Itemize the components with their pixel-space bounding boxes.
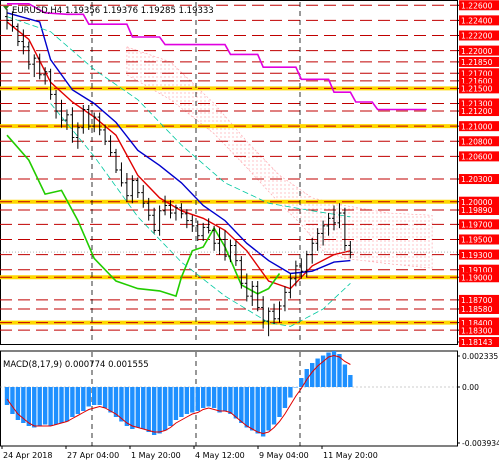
macd-histogram-bar bbox=[124, 387, 130, 426]
macd-histogram-bar bbox=[81, 387, 86, 412]
y-tick-label: 1.21200 bbox=[461, 107, 493, 116]
y-tick-label: 1.18143 bbox=[461, 338, 493, 347]
chart-canvas[interactable]: 1.226001.224001.222001.220001.218501.217… bbox=[0, 0, 499, 466]
y-tick-label: 1.22400 bbox=[461, 17, 493, 26]
macd-histogram-bar bbox=[70, 387, 75, 418]
macd-histogram-bar bbox=[184, 387, 190, 415]
macd-y-tick-label: 0.00 bbox=[462, 383, 479, 392]
macd-histogram-bar bbox=[239, 387, 244, 423]
macd-histogram-bar bbox=[92, 387, 97, 406]
x-tick-label: 4 May 12:00 bbox=[195, 451, 245, 460]
macd-histogram-bar bbox=[255, 387, 260, 434]
macd-histogram-bar bbox=[342, 364, 348, 388]
macd-histogram-bar bbox=[228, 387, 233, 415]
macd-histogram-bar bbox=[271, 387, 277, 425]
macd-histogram-bar bbox=[130, 387, 135, 429]
y-tick-label: 1.22600 bbox=[461, 1, 493, 10]
x-tick-label: 11 May 20:00 bbox=[323, 451, 378, 460]
macd-histogram-bar bbox=[10, 387, 15, 415]
y-tick-label: 1.20600 bbox=[461, 153, 493, 162]
macd-histogram-bar bbox=[48, 387, 53, 426]
macd-histogram-bar bbox=[141, 387, 146, 429]
macd-histogram-bar bbox=[108, 387, 113, 413]
macd-histogram-bar bbox=[168, 387, 173, 426]
macd-histogram-bar bbox=[151, 387, 157, 435]
x-tick-label: 9 May 04:00 bbox=[259, 451, 309, 460]
y-tick-label: 1.19000 bbox=[461, 273, 493, 282]
y-tick-label: 1.20800 bbox=[461, 137, 493, 146]
macd-histogram-bar bbox=[179, 387, 184, 418]
y-tick-label: 1.21850 bbox=[461, 58, 493, 67]
macd-histogram-bar bbox=[26, 387, 31, 426]
macd-histogram-bar bbox=[42, 387, 48, 425]
x-tick-label: 27 Apr 04:00 bbox=[67, 451, 119, 460]
macd-label: MACD(8,17,9) 0.000774 0.001555 bbox=[3, 360, 149, 370]
macd-histogram-bar bbox=[277, 387, 282, 418]
macd-histogram-bar bbox=[162, 387, 168, 431]
y-tick-label: 1.18300 bbox=[461, 326, 493, 335]
macd-histogram-bar bbox=[4, 387, 10, 406]
macd-y-tick-label: 0.002335 bbox=[462, 352, 498, 361]
macd-histogram-bar bbox=[250, 387, 255, 431]
ohlc-readout: 1.19356 1.19376 1.19285 1.19333 bbox=[65, 6, 214, 16]
macd-histogram-bar bbox=[348, 375, 353, 388]
macd-histogram-bar bbox=[59, 387, 64, 423]
y-tick-label: 1.19890 bbox=[461, 206, 493, 215]
y-tick-label: 1.20300 bbox=[461, 175, 493, 184]
macd-histogram-bar bbox=[113, 387, 119, 418]
macd-histogram-bar bbox=[260, 387, 266, 437]
y-tick-label: 1.22000 bbox=[461, 47, 493, 56]
y-tick-label: 1.18580 bbox=[461, 305, 493, 314]
macd-histogram-bar bbox=[211, 387, 217, 409]
macd-histogram-bar bbox=[244, 387, 249, 428]
macd-histogram-bar bbox=[315, 358, 320, 388]
macd-histogram-bar bbox=[157, 387, 162, 434]
macd-histogram-bar bbox=[32, 387, 37, 428]
y-tick-label: 1.19300 bbox=[461, 251, 493, 260]
macd-histogram-bar bbox=[135, 387, 140, 428]
y-tick-label: 1.21500 bbox=[461, 85, 493, 94]
macd-histogram-bar bbox=[53, 387, 59, 425]
macd-histogram-bar bbox=[37, 387, 42, 426]
macd-histogram-bar bbox=[233, 387, 239, 419]
macd-histogram-bar bbox=[195, 387, 200, 412]
x-tick-label: 1 May 20:00 bbox=[131, 451, 181, 460]
trading-chart-window[interactable]: 1.22600 1.22400 1.22200 1.22000 1.21850 1.217… bbox=[0, 0, 499, 466]
macd-histogram-bar bbox=[64, 387, 70, 422]
macd-header: MACD(8,17,9) 0.000774 0.001555 bbox=[3, 360, 149, 370]
macd-histogram-bar bbox=[206, 387, 211, 407]
macd-histogram-bar bbox=[173, 387, 179, 420]
y-tick-label: 1.22200 bbox=[461, 32, 493, 41]
macd-histogram-bar bbox=[222, 387, 228, 412]
symbol-label: EURUSD,H4 bbox=[12, 6, 62, 16]
macd-histogram-bar bbox=[102, 387, 108, 409]
y-tick-label: 1.21000 bbox=[461, 122, 493, 131]
macd-histogram-bar bbox=[201, 387, 206, 409]
y-tick-label: 1.19700 bbox=[461, 221, 493, 230]
macd-histogram-bar bbox=[146, 387, 151, 432]
x-tick-label: 24 Apr 2018 bbox=[3, 451, 52, 460]
macd-histogram-bar bbox=[282, 387, 288, 409]
macd-histogram-bar bbox=[119, 387, 124, 422]
macd-histogram-bar bbox=[293, 387, 299, 388]
macd-histogram-bar bbox=[266, 387, 271, 431]
macd-histogram-bar bbox=[217, 387, 222, 413]
macd-histogram-bar bbox=[190, 387, 195, 413]
macd-histogram-bar bbox=[86, 387, 91, 407]
macd-histogram-bar bbox=[337, 354, 342, 388]
chart-header: EURUSD,H4 1.19356 1.19376 1.19285 1.1933… bbox=[3, 6, 214, 16]
macd-histogram-bar bbox=[310, 363, 315, 388]
macd-y-tick-label: -0.003934 bbox=[462, 439, 499, 448]
macd-histogram-bar bbox=[97, 387, 102, 406]
macd-histogram-bar bbox=[75, 387, 81, 415]
macd-histogram-bar bbox=[288, 387, 293, 398]
y-tick-label: 1.19500 bbox=[461, 236, 493, 245]
y-tick-label: 1.18700 bbox=[461, 296, 493, 305]
